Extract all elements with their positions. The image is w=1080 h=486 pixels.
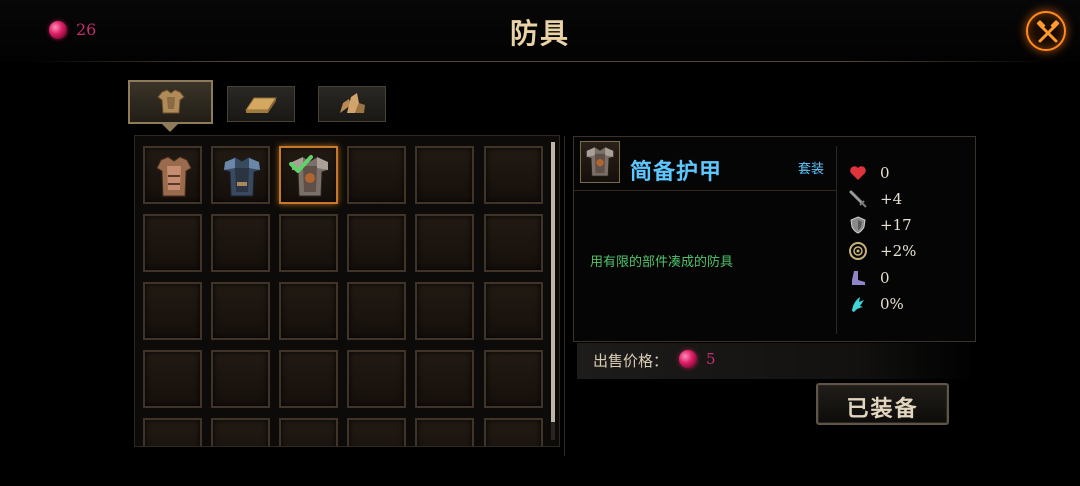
evasion-icon bbox=[852, 297, 864, 312]
tab-ingot[interactable] bbox=[227, 86, 295, 122]
inventory-slot[interactable] bbox=[211, 350, 270, 408]
inventory-slot[interactable] bbox=[347, 146, 406, 204]
boot-icon bbox=[852, 271, 865, 285]
header-divider bbox=[30, 61, 1050, 62]
leather-armor-icon bbox=[156, 156, 192, 197]
stat-row-attack: +4 bbox=[848, 188, 902, 210]
stat-value: +4 bbox=[880, 190, 903, 208]
checkmark-icon bbox=[289, 155, 313, 173]
inventory-slot[interactable] bbox=[415, 350, 474, 408]
pink-gem-icon bbox=[679, 350, 697, 368]
inventory-scrollbar[interactable] bbox=[551, 142, 555, 440]
inventory-slot[interactable] bbox=[347, 214, 406, 272]
crossed-hammers-icon bbox=[1036, 20, 1060, 43]
close-button[interactable] bbox=[1026, 11, 1066, 51]
inventory-slot[interactable] bbox=[143, 350, 202, 408]
inventory-slot[interactable] bbox=[211, 214, 270, 272]
inventory-slot[interactable] bbox=[211, 282, 270, 340]
inventory-slot[interactable] bbox=[279, 350, 338, 408]
inventory-slot[interactable] bbox=[347, 418, 406, 446]
crit-icon bbox=[849, 242, 867, 260]
ingot-icon bbox=[245, 97, 277, 113]
steel-armor-icon bbox=[586, 146, 614, 177]
inventory-slot[interactable] bbox=[211, 418, 270, 446]
item-set-label[interactable]: 套装 bbox=[798, 158, 824, 177]
inventory-slot[interactable] bbox=[279, 282, 338, 340]
inventory-slot[interactable] bbox=[415, 146, 474, 204]
active-tab-indicator bbox=[162, 124, 178, 132]
name-divider bbox=[574, 190, 836, 191]
inventory-slot[interactable] bbox=[484, 418, 543, 446]
page-title: 防具 bbox=[509, 17, 570, 50]
stat-value: +17 bbox=[880, 216, 912, 234]
heart-icon bbox=[850, 166, 866, 180]
stat-row-crit: +2% bbox=[848, 240, 916, 262]
stats-divider bbox=[836, 146, 837, 334]
stat-row-health: 0 bbox=[848, 162, 890, 184]
inventory-slot[interactable] bbox=[484, 282, 543, 340]
inventory-slot[interactable] bbox=[279, 418, 338, 446]
item-detail-icon-frame bbox=[580, 141, 620, 183]
sell-price-value: 5 bbox=[706, 350, 716, 368]
inventory-slot[interactable] bbox=[347, 282, 406, 340]
inventory-slot[interactable] bbox=[143, 418, 202, 446]
panel-divider bbox=[564, 136, 565, 456]
inventory-slot[interactable] bbox=[484, 146, 543, 204]
shield-icon bbox=[850, 216, 866, 234]
item-description: 用有限的部件凑成的防具 bbox=[590, 255, 734, 270]
stat-value: 0 bbox=[880, 269, 890, 287]
stat-row-evasion: 0% bbox=[848, 293, 904, 315]
stat-value: 0 bbox=[880, 164, 890, 182]
inventory-slot[interactable] bbox=[143, 214, 202, 272]
tab-ore[interactable] bbox=[318, 86, 386, 122]
ore-icon bbox=[340, 93, 365, 113]
stat-value: 0% bbox=[880, 295, 904, 313]
tab-armor[interactable] bbox=[128, 80, 213, 124]
equipped-button[interactable]: 已装备 bbox=[816, 383, 949, 425]
armor-icon bbox=[156, 89, 185, 114]
inventory-slot[interactable] bbox=[415, 282, 474, 340]
inventory-slot[interactable] bbox=[415, 214, 474, 272]
stat-value: +2% bbox=[880, 242, 917, 260]
scrollbar-thumb[interactable] bbox=[551, 142, 555, 422]
item-name: 简备护甲 bbox=[630, 159, 723, 185]
inventory-slot-selected[interactable] bbox=[279, 146, 338, 204]
sell-price-label: 出售价格： bbox=[593, 352, 669, 370]
blue-plate-armor-icon bbox=[223, 156, 261, 197]
stat-row-defense: +17 bbox=[848, 214, 912, 236]
inventory-slot[interactable] bbox=[143, 282, 202, 340]
inventory-slot[interactable] bbox=[484, 350, 543, 408]
inventory-slot[interactable] bbox=[143, 146, 202, 204]
inventory-slot[interactable] bbox=[415, 418, 474, 446]
inventory-slot[interactable] bbox=[279, 214, 338, 272]
inventory-slot[interactable] bbox=[347, 350, 406, 408]
stat-row-speed: 0 bbox=[848, 267, 890, 289]
inventory-panel bbox=[134, 135, 560, 447]
equipped-button-label: 已装备 bbox=[846, 396, 919, 422]
sword-icon bbox=[849, 190, 867, 208]
inventory-slot[interactable] bbox=[211, 146, 270, 204]
inventory-slot[interactable] bbox=[484, 214, 543, 272]
